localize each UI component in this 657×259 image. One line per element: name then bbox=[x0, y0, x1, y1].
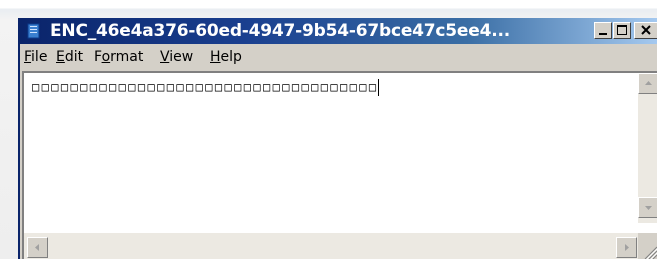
window-title: ENC_46e4a376-60ed-4947-9b54-67bce47c5ee4… bbox=[50, 21, 510, 41]
close-button[interactable] bbox=[634, 22, 657, 39]
menu-edit[interactable]: Edit bbox=[56, 48, 83, 66]
scroll-up-arrow-icon bbox=[645, 81, 652, 85]
scroll-left-arrow-icon bbox=[35, 244, 39, 251]
vertical-scrollbar[interactable] bbox=[638, 73, 657, 223]
scroll-left-button[interactable] bbox=[27, 237, 48, 258]
title-bar[interactable]: ENC_46e4a376-60ed-4947-9b54-67bce47c5ee4… bbox=[20, 18, 657, 44]
minimize-icon bbox=[599, 33, 607, 35]
resize-grip[interactable] bbox=[638, 233, 657, 259]
close-icon bbox=[641, 25, 651, 35]
editor-content[interactable]: □□□□□□□□□□□□□□□□□□□□□□□□□□□□□□□□□□□□ bbox=[32, 77, 379, 97]
menu-file[interactable]: File bbox=[24, 48, 47, 66]
menu-bar: File Edit Format View Help bbox=[20, 45, 657, 69]
horizontal-scrollbar[interactable] bbox=[24, 233, 638, 259]
scroll-up-button[interactable] bbox=[638, 73, 657, 94]
minimize-button[interactable] bbox=[594, 22, 612, 39]
menu-view[interactable]: View bbox=[160, 48, 193, 66]
resize-grip-icon bbox=[644, 246, 657, 259]
text-editor[interactable]: □□□□□□□□□□□□□□□□□□□□□□□□□□□□□□□□□□□□ bbox=[22, 71, 657, 259]
scroll-down-arrow-icon bbox=[645, 206, 652, 210]
notepad-icon[interactable] bbox=[26, 23, 42, 39]
menu-help[interactable]: Help bbox=[210, 48, 242, 66]
text-caret bbox=[377, 79, 379, 96]
maximize-button[interactable] bbox=[613, 22, 631, 39]
maximize-icon bbox=[617, 25, 627, 35]
editor-text-value: □□□□□□□□□□□□□□□□□□□□□□□□□□□□□□□□□□□□ bbox=[32, 80, 379, 94]
scroll-right-arrow-icon bbox=[625, 244, 629, 251]
notepad-window: ENC_46e4a376-60ed-4947-9b54-67bce47c5ee4… bbox=[18, 18, 657, 259]
menu-format[interactable]: Format bbox=[94, 48, 143, 66]
scroll-right-button[interactable] bbox=[616, 237, 637, 258]
scroll-down-button[interactable] bbox=[638, 197, 657, 218]
